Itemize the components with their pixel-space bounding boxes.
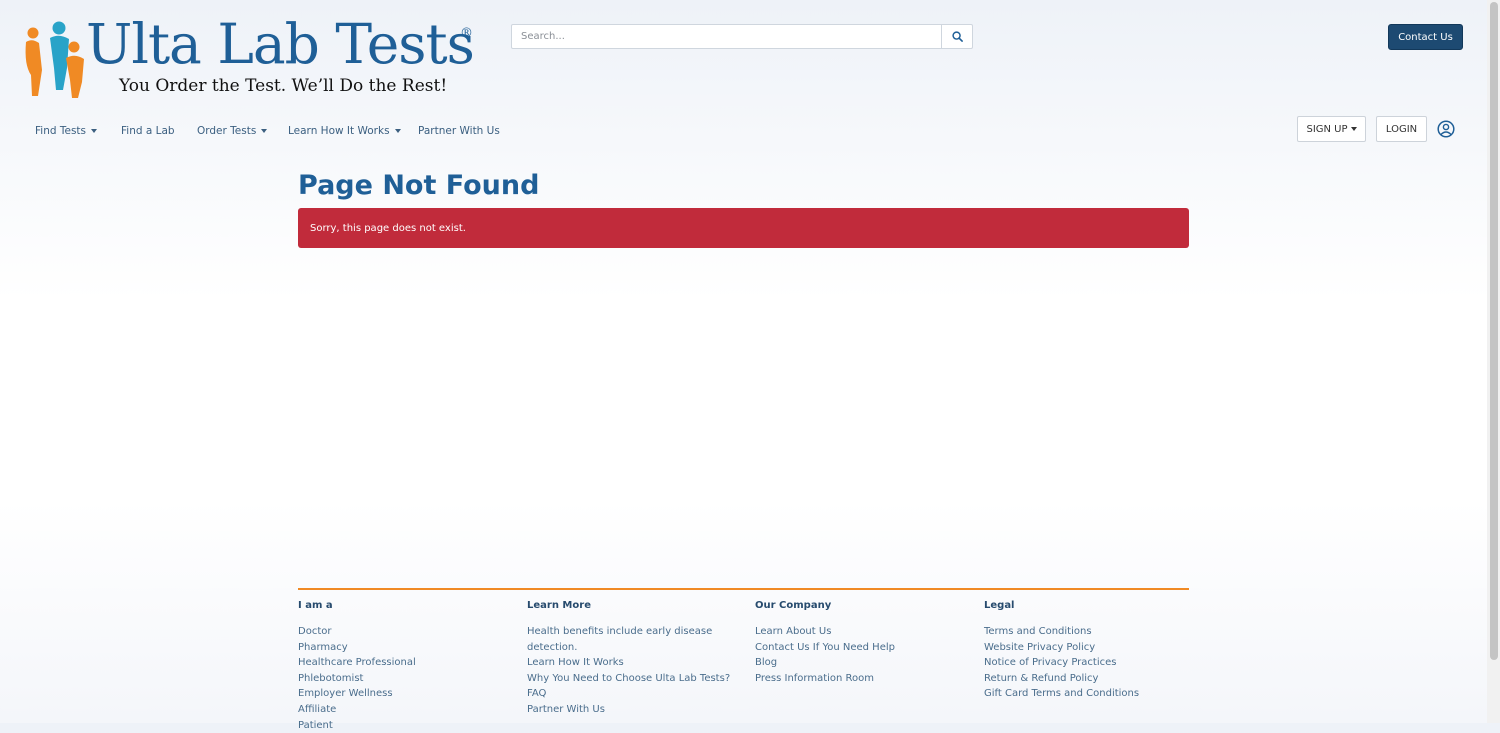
logo-tagline: You Order the Test. We’ll Do the Rest! (119, 76, 448, 96)
page-title: Page Not Found (298, 170, 540, 201)
caret-down-icon (261, 129, 268, 133)
caret-down-icon (394, 129, 401, 133)
footer-link[interactable]: Healthcare Professional (298, 655, 523, 671)
footer-heading: Legal (984, 600, 1015, 611)
site-logo[interactable]: Ulta Lab Tests ® You Order the Test. We’… (22, 12, 482, 102)
error-alert: Sorry, this page does not exist. (298, 208, 1189, 248)
footer-column-learn-more: Learn More Health benefits include early… (527, 599, 737, 718)
footer-heading: I am a (298, 600, 333, 611)
nav-label: Learn How It Works (288, 125, 390, 137)
alert-message: Sorry, this page does not exist. (310, 222, 466, 234)
nav-label: Find a Lab (121, 125, 175, 137)
footer-link[interactable]: Affiliate (298, 702, 523, 718)
footer-link[interactable]: Terms and Conditions (984, 624, 1209, 640)
search-input[interactable] (512, 25, 942, 48)
footer-link[interactable]: Notice of Privacy Practices (984, 655, 1209, 671)
nav-label: Order Tests (197, 125, 257, 137)
user-circle-icon[interactable] (1437, 120, 1455, 138)
footer-link[interactable]: Health benefits include early disease de… (527, 624, 737, 655)
nav-find-a-lab[interactable]: Find a Lab (121, 124, 197, 138)
footer-link[interactable]: Press Information Room (755, 671, 980, 687)
footer-link[interactable]: Website Privacy Policy (984, 640, 1209, 656)
caret-down-icon (1350, 127, 1357, 131)
login-button[interactable]: LOGIN (1376, 116, 1427, 142)
footer-heading: Learn More (527, 600, 591, 611)
search-bar (511, 24, 973, 49)
caret-down-icon (91, 129, 97, 133)
footer-link[interactable]: FAQ (527, 686, 737, 702)
footer-link[interactable]: Contact Us If You Need Help (755, 640, 980, 656)
nav-find-tests[interactable]: Find Tests (35, 124, 121, 138)
footer-link[interactable]: Pharmacy (298, 640, 523, 656)
sign-up-label: SIGN UP (1306, 123, 1348, 135)
sign-up-button[interactable]: SIGN UP (1297, 116, 1366, 142)
search-icon (951, 31, 963, 42)
footer-link[interactable]: Why You Need to Choose Ulta Lab Tests? (527, 671, 737, 687)
footer-column-our-company: Our Company Learn About Us Contact Us If… (755, 599, 980, 686)
footer-link[interactable]: Patient (298, 718, 523, 733)
page-scrollbar[interactable] (1487, 0, 1500, 723)
scrollbar-thumb[interactable] (1490, 2, 1498, 660)
footer-divider (298, 588, 1189, 590)
nav-partner-with-us[interactable]: Partner With Us (418, 124, 500, 138)
footer-link[interactable]: Blog (755, 655, 980, 671)
nav-learn-how-it-works[interactable]: Learn How It Works (288, 124, 418, 138)
logo-registered-mark: ® (460, 26, 473, 41)
logo-figures-icon (25, 21, 84, 98)
footer-link[interactable]: Doctor (298, 624, 523, 640)
footer-column-legal: Legal Terms and Conditions Website Priva… (984, 599, 1209, 702)
search-button[interactable] (941, 25, 972, 48)
footer-link[interactable]: Phlebotomist (298, 671, 523, 687)
nav-label: Find Tests (35, 125, 86, 137)
nav-label: Partner With Us (418, 125, 500, 137)
footer-link[interactable]: Learn How It Works (527, 655, 737, 671)
footer-link[interactable]: Employer Wellness (298, 686, 523, 702)
contact-us-button[interactable]: Contact Us (1388, 24, 1463, 50)
footer-link[interactable]: Return & Refund Policy (984, 671, 1209, 687)
footer-link[interactable]: Learn About Us (755, 624, 980, 640)
footer-heading: Our Company (755, 600, 832, 611)
footer-column-i-am-a: I am a Doctor Pharmacy Healthcare Profes… (298, 599, 523, 733)
main-nav: Find Tests Find a Lab Order Tests Learn … (35, 124, 500, 138)
nav-order-tests[interactable]: Order Tests (197, 124, 288, 138)
logo-title: Ulta Lab Tests (86, 12, 475, 76)
footer-link[interactable]: Gift Card Terms and Conditions (984, 686, 1209, 702)
footer-link[interactable]: Partner With Us (527, 702, 737, 718)
